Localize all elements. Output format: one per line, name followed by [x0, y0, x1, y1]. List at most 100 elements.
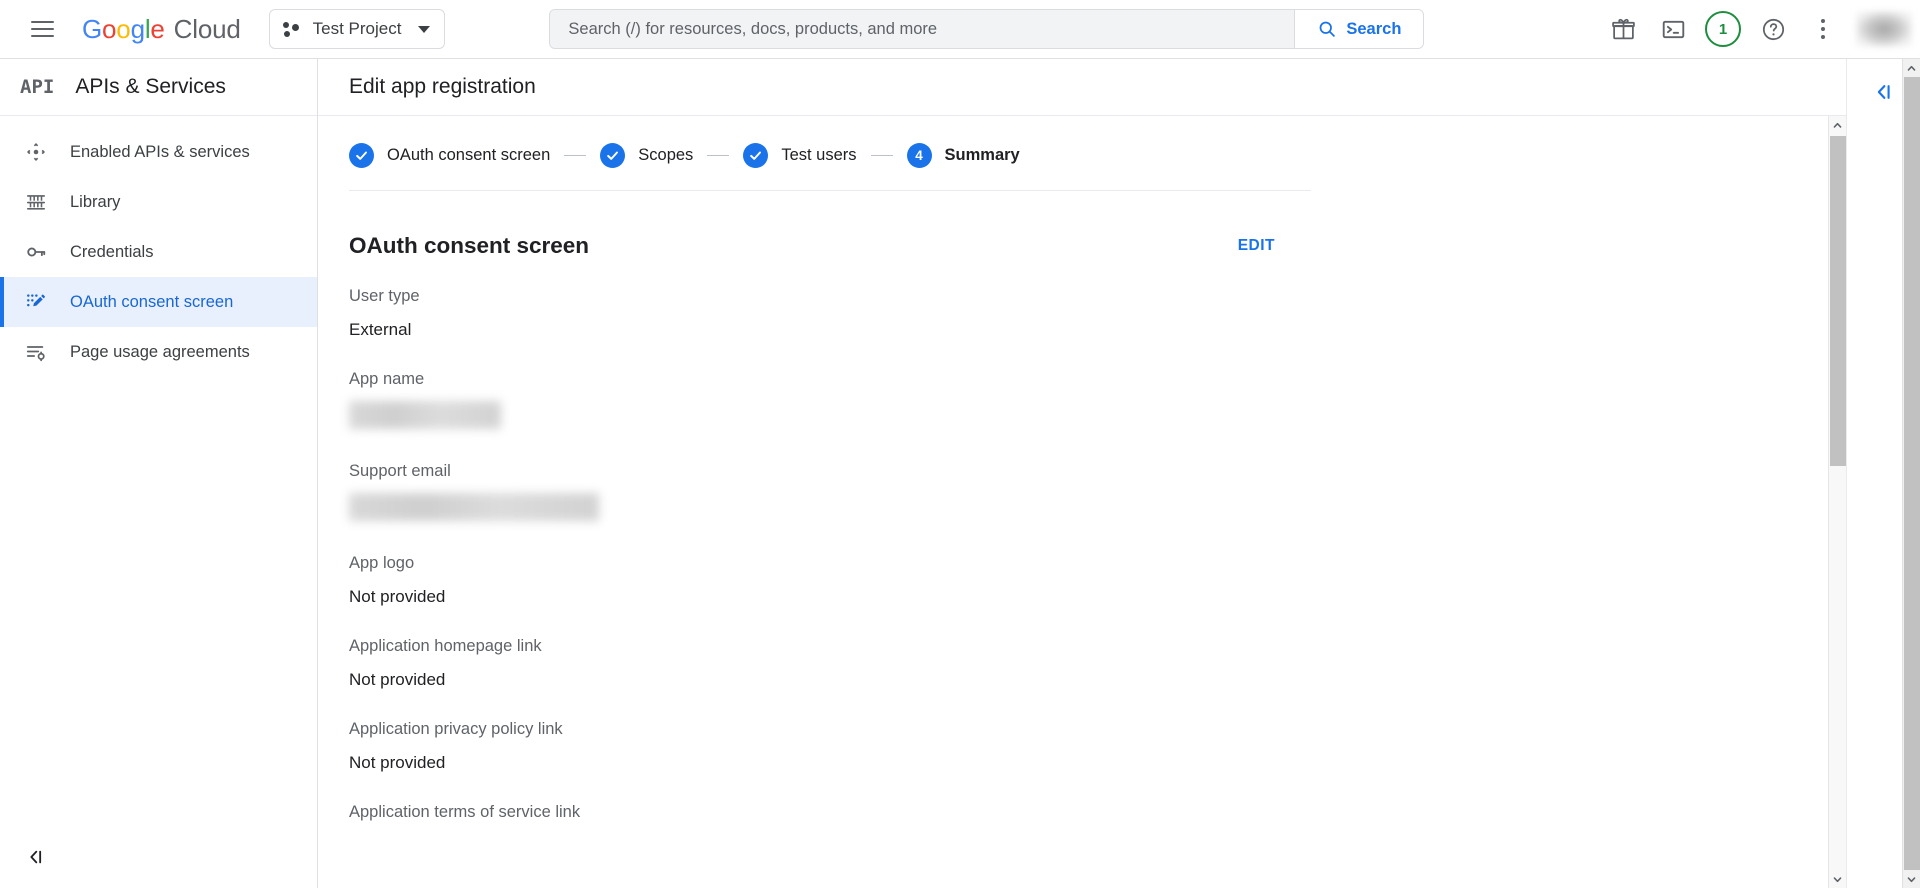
logo-letter: o [102, 14, 116, 45]
field-value: External [349, 318, 1311, 342]
step-test-users[interactable]: Test users [743, 143, 856, 168]
sidebar-collapse-button[interactable] [22, 843, 50, 871]
dashboard-icon [24, 140, 48, 164]
search-button-label: Search [1346, 20, 1401, 39]
field-value: Not provided [349, 585, 1311, 609]
search-bar[interactable]: Search [549, 9, 1424, 49]
page-usage-icon [24, 340, 48, 364]
field-value: Not provided [349, 668, 1311, 692]
wizard-stepper: OAuth consent screen Scopes [349, 116, 1846, 190]
step-label: Scopes [638, 146, 693, 165]
sidebar-item-oauth-consent-screen[interactable]: OAuth consent screen [0, 277, 317, 327]
scroll-thumb[interactable] [1830, 136, 1846, 466]
scroll-track[interactable] [1829, 134, 1847, 870]
notification-count: 1 [1705, 11, 1741, 47]
field-label: Application homepage link [349, 635, 1311, 658]
project-name-label: Test Project [313, 19, 402, 39]
check-icon [748, 148, 763, 163]
help-icon[interactable] [1750, 6, 1796, 52]
step-label: Summary [945, 146, 1020, 165]
section-title: OAuth consent screen [349, 233, 589, 259]
key-icon [24, 240, 48, 264]
page-title: Edit app registration [349, 75, 536, 99]
main-scroll-region: OAuth consent screen Scopes [318, 116, 1846, 888]
api-logo-icon: API [20, 76, 54, 98]
hamburger-menu-icon[interactable] [20, 7, 64, 51]
oauth-consent-icon [24, 290, 48, 314]
sidebar-item-page-usage-agreements[interactable]: Page usage agreements [0, 327, 317, 377]
project-selector[interactable]: Test Project [269, 9, 446, 49]
step-summary[interactable]: 4 Summary [907, 143, 1020, 168]
search-icon [1317, 19, 1337, 39]
logo-letter: e [150, 14, 164, 45]
step-separator [564, 155, 586, 156]
field-value-redacted [349, 493, 599, 521]
main-inner: OAuth consent screen Scopes [318, 116, 1846, 824]
scroll-down-button[interactable] [1903, 870, 1920, 888]
field-app-name: App name [349, 342, 1311, 434]
search-input[interactable] [550, 10, 1294, 48]
terminal-icon[interactable] [1650, 6, 1696, 52]
section-header: OAuth consent screen EDIT [349, 233, 1311, 259]
field-app-logo: App logo Not provided [349, 526, 1311, 609]
step-label: OAuth consent screen [387, 146, 550, 165]
step-oauth-consent-screen[interactable]: OAuth consent screen [349, 143, 550, 168]
sidebar-item-enabled-apis[interactable]: Enabled APIs & services [0, 127, 317, 177]
sidebar-item-label: Library [70, 193, 120, 212]
field-value: Not provided [349, 751, 1311, 775]
gift-icon[interactable] [1600, 6, 1646, 52]
field-label: App name [349, 368, 1311, 391]
field-application-homepage-link: Application homepage link Not provided [349, 609, 1311, 692]
sidebar-header: API APIs & Services [0, 59, 317, 116]
chevron-up-icon [1833, 121, 1842, 130]
sidebar-item-label: OAuth consent screen [70, 293, 233, 312]
more-options-icon[interactable] [1800, 6, 1846, 52]
chevron-down-icon [1907, 875, 1916, 884]
field-application-terms-of-service-link: Application terms of service link [349, 775, 1311, 824]
step-separator [707, 155, 729, 156]
notifications-badge[interactable]: 1 [1700, 6, 1746, 52]
sidebar-item-credentials[interactable]: Credentials [0, 227, 317, 277]
edit-button[interactable]: EDIT [1238, 237, 1311, 255]
google-cloud-logo[interactable]: Google Cloud [82, 14, 241, 45]
step-scopes[interactable]: Scopes [600, 143, 693, 168]
scroll-track[interactable] [1903, 77, 1920, 870]
logo-letter: o [116, 14, 130, 45]
chevron-down-icon [418, 26, 430, 33]
field-label: Application privacy policy link [349, 718, 1311, 741]
scroll-down-button[interactable] [1829, 870, 1847, 888]
browser-scrollbar[interactable] [1902, 59, 1920, 888]
field-user-type: User type External [349, 259, 1311, 342]
check-icon [354, 148, 369, 163]
logo-letter: g [131, 14, 145, 45]
step-separator [871, 155, 893, 156]
check-icon [605, 148, 620, 163]
step-marker-check [600, 143, 625, 168]
field-application-privacy-policy-link: Application privacy policy link Not prov… [349, 692, 1311, 775]
sidebar-item-library[interactable]: Library [0, 177, 317, 227]
chevron-down-icon [1833, 875, 1842, 884]
left-sidebar: API APIs & Services Enabled APIs & [0, 59, 318, 888]
scroll-up-button[interactable] [1903, 59, 1920, 77]
user-avatar[interactable] [1856, 11, 1912, 47]
library-icon [24, 190, 48, 214]
project-dots-icon [283, 21, 300, 38]
chevron-up-icon [1907, 64, 1916, 73]
sidebar-item-label: Credentials [70, 243, 153, 262]
scroll-thumb[interactable] [1904, 77, 1920, 870]
step-label: Test users [781, 146, 856, 165]
field-label: Application terms of service link [349, 801, 1311, 824]
right-rail-collapse-button[interactable] [1867, 75, 1901, 109]
collapse-panel-icon [26, 847, 46, 867]
step-marker-number: 4 [907, 143, 932, 168]
logo-letter: G [82, 14, 102, 45]
field-value-redacted [349, 401, 501, 429]
search-button[interactable]: Search [1294, 10, 1423, 48]
field-label: App logo [349, 552, 1311, 575]
field-label: Support email [349, 460, 1311, 483]
content-scrollbar[interactable] [1828, 116, 1846, 888]
field-label: User type [349, 285, 1311, 308]
top-navigation-bar: Google Cloud Test Project Search [0, 0, 1920, 59]
oauth-consent-summary-section: OAuth consent screen EDIT User type Exte… [349, 191, 1311, 824]
scroll-up-button[interactable] [1829, 116, 1847, 134]
